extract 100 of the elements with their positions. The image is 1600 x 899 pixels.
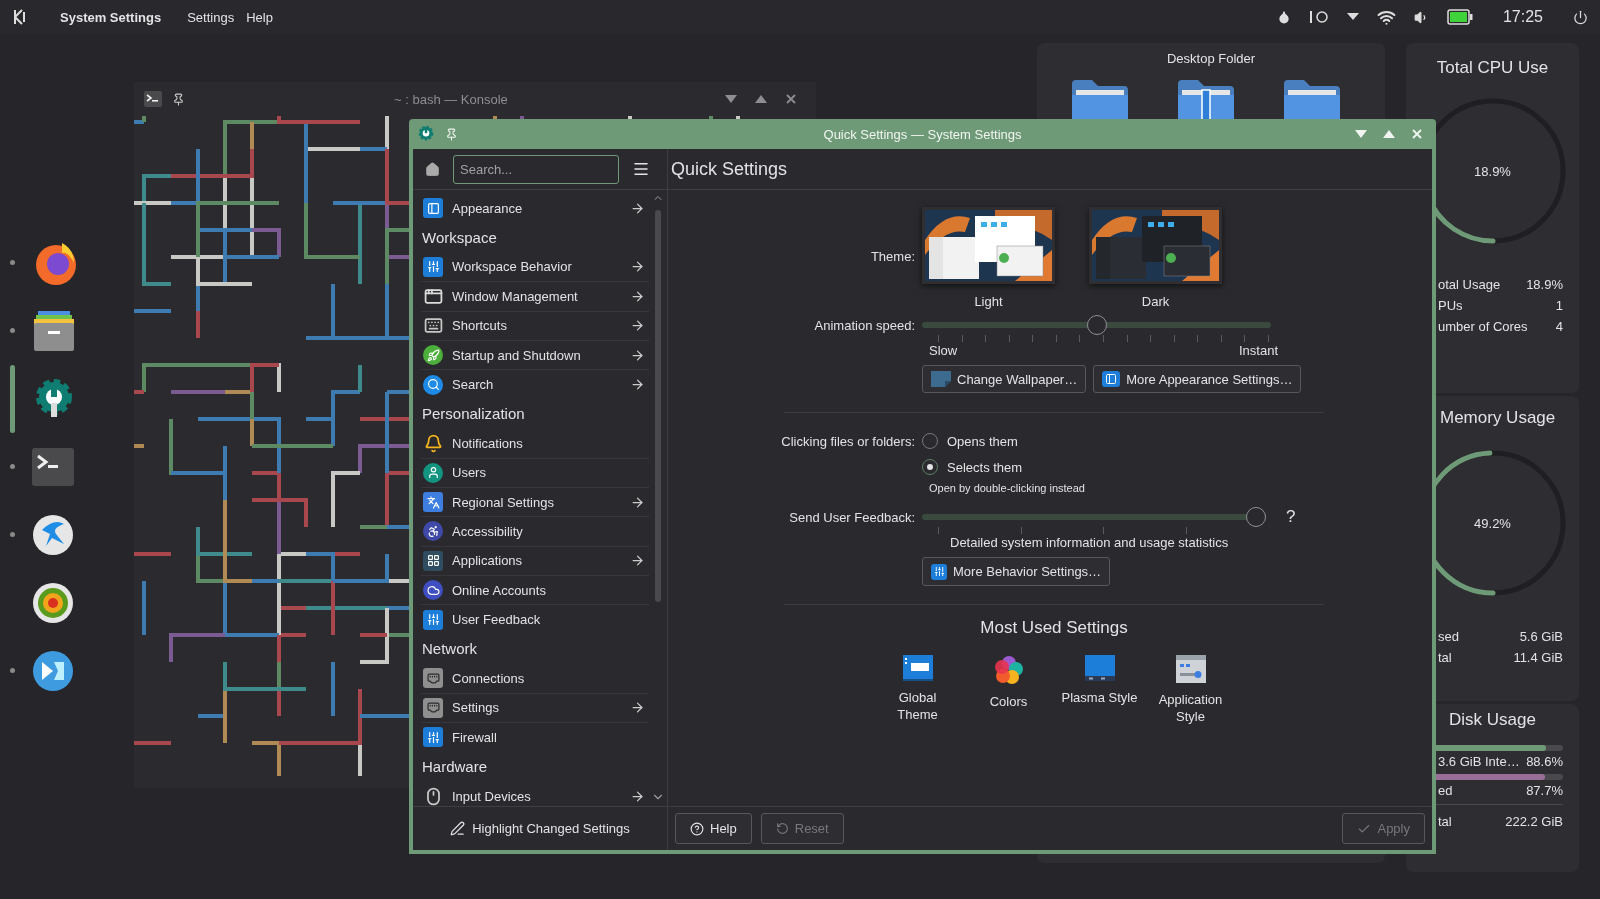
battery-icon[interactable] [1446, 9, 1473, 25]
sliders-icon [423, 727, 443, 748]
stat-value: 1 [1555, 298, 1563, 313]
terminal-icon[interactable] [32, 447, 74, 486]
menu-item[interactable]: Help [246, 9, 273, 25]
sliders-icon [423, 256, 443, 277]
widget-title: Memory Usage [1439, 408, 1557, 428]
stat-label: tal [1438, 814, 1452, 829]
hint-text: Open by double-clicking instead [929, 482, 1086, 494]
widget-title: Desktop Folder [1165, 51, 1257, 66]
sidebar-item[interactable]: Firewall [421, 722, 649, 752]
target-icon[interactable] [32, 581, 74, 624]
action-button[interactable]: More Behavior Settings… [922, 557, 1111, 586]
rocket-icon [423, 345, 443, 366]
bell-icon [423, 433, 443, 454]
ethernet-icon [423, 697, 443, 718]
sidebar-item[interactable]: Search [421, 369, 649, 399]
category-heading: Workspace [421, 227, 498, 248]
feedback-slider[interactable] [922, 507, 1266, 527]
stat-value: 87.7% [1526, 783, 1563, 798]
caret-icon[interactable] [1346, 13, 1359, 21]
help-button[interactable]: Help [675, 813, 752, 844]
sidebar-item[interactable]: Notifications [421, 428, 649, 458]
page-title: Quick Settings [671, 158, 788, 180]
action-button[interactable]: Change Wallpaper… [922, 365, 1087, 393]
menu-item[interactable]: Settings [187, 9, 235, 25]
stat-value: 4 [1555, 319, 1563, 334]
toggle-icon[interactable] [1308, 10, 1329, 24]
stat-value: 18.9% [1526, 277, 1563, 292]
window-title: ~ : bash — Konsole [394, 92, 508, 107]
stat-label: PUs [1438, 298, 1463, 313]
sidebar-item[interactable]: Online Accounts [421, 575, 649, 605]
category-heading: Network [421, 639, 478, 660]
animation-slider[interactable] [922, 315, 1271, 335]
sidebar-item[interactable]: Accessibility [421, 516, 649, 546]
m-logo-icon[interactable] [32, 649, 74, 692]
min-label: Slow [929, 343, 958, 358]
stat-label: umber of Cores [1438, 319, 1528, 334]
sidebar-item[interactable]: Shortcuts [421, 310, 649, 340]
close-button[interactable] [784, 92, 798, 106]
menu-icon[interactable] [632, 160, 650, 178]
stat-label: ed [1438, 783, 1453, 798]
category-heading: Hardware [421, 756, 489, 777]
sidebar-item[interactable]: Connections [421, 663, 649, 693]
sidebar-item[interactable]: Regional Settings [421, 486, 649, 517]
ethernet-icon [423, 668, 443, 689]
help-mark[interactable]: ? [1286, 507, 1296, 527]
power-icon[interactable] [1573, 9, 1588, 25]
help-icon [690, 821, 704, 836]
sliders-icon [423, 609, 443, 630]
sidebar-item[interactable]: Applications [421, 545, 649, 576]
shortcut-label[interactable]: Application Style [1158, 691, 1223, 725]
max-label: Instant [1238, 343, 1278, 358]
home-icon[interactable] [425, 161, 440, 177]
sidebar-item[interactable]: Users [421, 457, 649, 487]
sidebar-item[interactable]: Window Management [421, 281, 649, 311]
shortcut-label[interactable]: Plasma Style [1061, 689, 1138, 706]
search-field[interactable]: Search... [453, 154, 619, 184]
sidebar-item[interactable]: Startup and Shutdown [421, 339, 649, 370]
shortcut-label[interactable]: Global Theme [897, 689, 938, 723]
user-icon [423, 462, 443, 483]
cloud-icon [423, 580, 443, 601]
widget-title: Total CPU Use [1435, 58, 1550, 78]
close-button[interactable] [1410, 127, 1424, 141]
pin-icon[interactable] [172, 92, 185, 106]
stat-label: 3.6 GiB Inte… [1438, 754, 1520, 769]
terminal-icon [144, 91, 162, 107]
action-button[interactable]: More Appearance Settings… [1093, 365, 1302, 393]
category-heading: Personalization [421, 403, 526, 424]
search-icon [423, 374, 443, 395]
highlight-button[interactable]: Highlight Changed Settings [444, 817, 636, 840]
sidebar-item[interactable]: Settings [421, 692, 649, 723]
window-title: Quick Settings — System Settings [823, 126, 1022, 142]
panel-icon [423, 198, 443, 219]
keyboard-icon [423, 315, 443, 336]
wallpaper-icon [931, 371, 951, 387]
field-label: Theme: [869, 249, 916, 264]
gauge-reading: 49.2% [1474, 515, 1511, 531]
sidebar-item[interactable]: Workspace Behavior [421, 251, 649, 282]
kde-logo-icon[interactable] [12, 9, 28, 25]
gauge-reading: 18.9% [1474, 163, 1511, 179]
folder-icon [1072, 80, 1128, 120]
sidebar-item[interactable]: User Feedback [421, 604, 649, 634]
cabinet-icon[interactable] [32, 308, 76, 353]
theme-name: Dark [1141, 294, 1170, 309]
section-title: Most Used Settings [979, 618, 1129, 638]
panel-icon [902, 655, 933, 681]
bird-icon[interactable] [32, 513, 74, 556]
shortcut-label[interactable]: Colors [989, 693, 1028, 710]
folder-icon [1284, 80, 1340, 120]
sidebar-item[interactable]: Appearance [421, 193, 649, 223]
droplet-icon[interactable] [1276, 10, 1291, 24]
sidebar-item[interactable]: Input Devices [421, 780, 649, 806]
window-controls-icon [1175, 655, 1206, 683]
folder-icon [1178, 80, 1234, 120]
widget-title: Disk Usage [1448, 710, 1537, 730]
undo-icon [775, 822, 789, 835]
stat-label: otal Usage [1438, 277, 1501, 292]
stat-value: 88.6% [1526, 754, 1563, 769]
stat-value: 5.6 GiB [1519, 629, 1563, 644]
